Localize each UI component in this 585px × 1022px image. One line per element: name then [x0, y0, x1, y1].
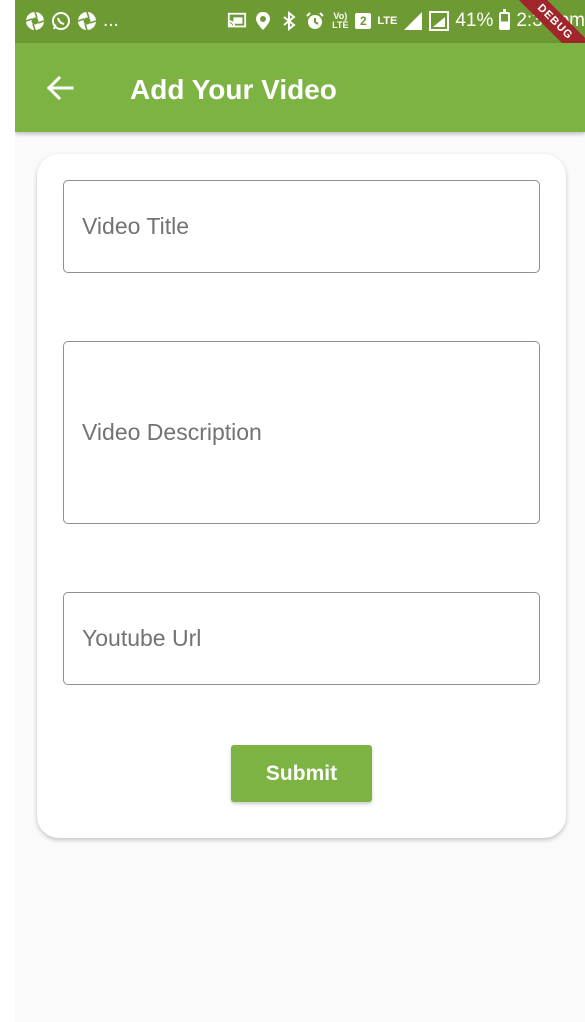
- lte-label: LTE: [377, 14, 398, 27]
- cast-icon: [227, 11, 247, 31]
- battery-icon: [499, 9, 511, 30]
- status-notifications: ...: [25, 10, 119, 32]
- alarm-icon: [305, 11, 325, 31]
- video-description-placeholder: Video Description: [82, 419, 262, 445]
- signal-icon: [429, 11, 450, 31]
- youtube-url-placeholder: Youtube Url: [82, 625, 202, 651]
- form-card: Video Title Video Description Youtube Ur…: [37, 154, 566, 838]
- location-icon: [253, 11, 273, 31]
- video-description-input[interactable]: Video Description: [63, 341, 540, 524]
- video-title-input[interactable]: Video Title: [63, 180, 540, 273]
- page-title: Add Your Video: [130, 74, 337, 105]
- app-screen: ... Vo) LTE 2 LTE 41% DEBUG Add Your Vid…: [15, 0, 585, 1022]
- app-bar: Add Your Video: [15, 43, 585, 132]
- status-bar: ... Vo) LTE 2 LTE 41% DEBUG: [15, 0, 585, 79]
- submit-button[interactable]: Submit: [231, 745, 372, 802]
- aperture-icon: [25, 11, 45, 31]
- signal-icon: [403, 11, 423, 31]
- back-button[interactable]: [43, 71, 77, 105]
- aperture-icon: [77, 11, 97, 31]
- sim-slot-badge: 2: [355, 13, 372, 29]
- battery-percent: 41%: [455, 10, 494, 31]
- arrow-left-icon: [46, 75, 74, 101]
- bluetooth-icon: [279, 11, 299, 31]
- notification-overflow: ...: [103, 10, 119, 31]
- volte-sub-label: LTE: [332, 20, 349, 30]
- youtube-url-input[interactable]: Youtube Url: [63, 592, 540, 685]
- volte-icon: Vo) LTE: [331, 11, 349, 31]
- video-title-placeholder: Video Title: [82, 213, 189, 239]
- whatsapp-icon: [51, 11, 71, 31]
